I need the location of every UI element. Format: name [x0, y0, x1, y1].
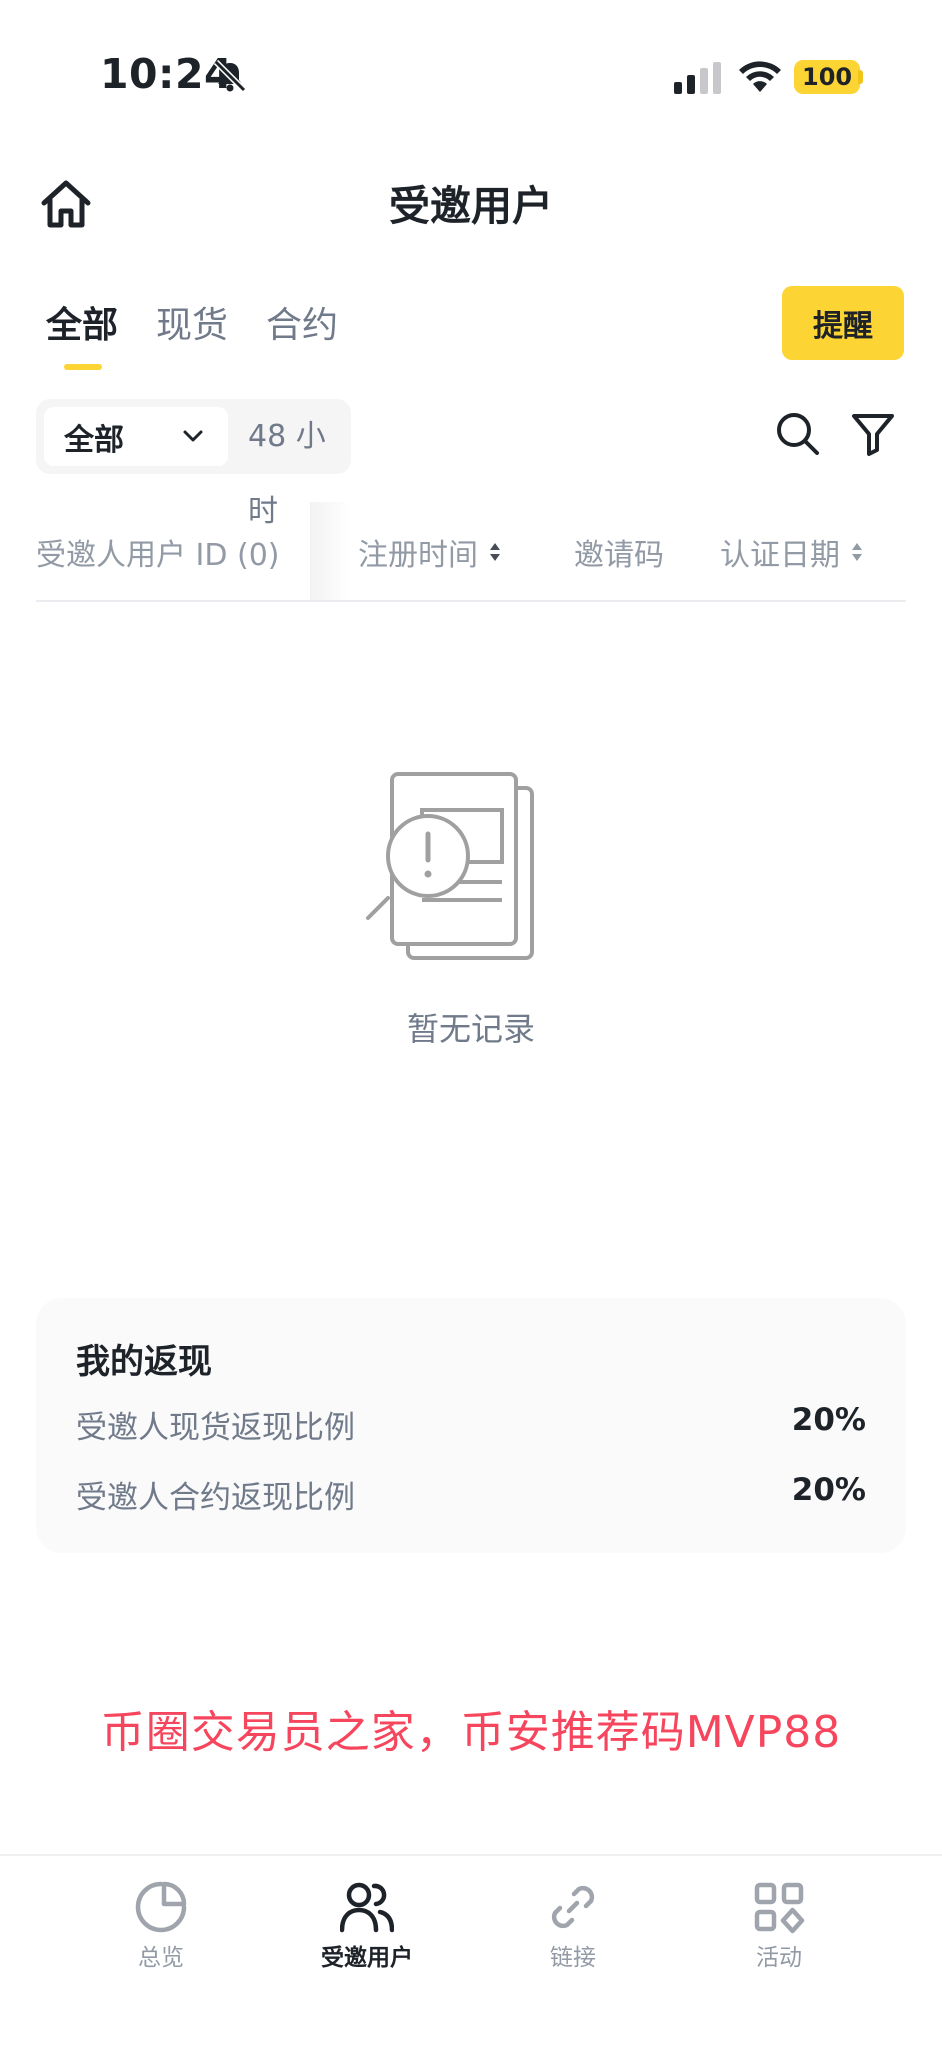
my-cashback-card: 我的返现 受邀人现货返现比例 20% 受邀人合约返现比例 20% [36, 1298, 906, 1553]
filter-icon [852, 414, 894, 456]
link-icon [551, 1885, 595, 1929]
cellular-signal-icon [674, 62, 721, 94]
nav-overview[interactable]: 总览 [86, 1880, 236, 1972]
nav-links[interactable]: 链接 [498, 1880, 648, 1972]
column-label: 注册时间 [358, 538, 478, 573]
filter-48-hours[interactable]: 48 小时 [248, 399, 351, 529]
time-filter-segment: 全部 48 小时 [36, 399, 351, 529]
cashback-row-spot: 受邀人现货返现比例 20% [76, 1402, 866, 1447]
tab-spot[interactable]: 现货 [156, 296, 228, 354]
column-label: 认证日期 [720, 538, 840, 573]
page-title: 受邀用户 [389, 182, 553, 230]
sort-icon [490, 543, 500, 561]
no-records-icon [366, 772, 534, 960]
table-header: 受邀人用户 ID (0) 注册时间 邀请码 认证日期 [36, 502, 906, 602]
cashback-label: 受邀人现货返现比例 [76, 1410, 355, 1446]
search-button[interactable] [774, 410, 822, 458]
cashback-value: 20% [791, 1472, 866, 1508]
battery-indicator: 100 [794, 60, 861, 94]
sticky-column-shadow [310, 502, 350, 600]
filter-dropdown-label: 全部 [64, 422, 124, 458]
filter-button[interactable] [850, 410, 896, 458]
nav-label: 受邀用户 [321, 1945, 413, 1971]
column-label: 受邀人用户 ID (0) [36, 538, 280, 573]
users-icon [340, 1882, 394, 1933]
tab-futures[interactable]: 合约 [266, 296, 338, 354]
promo-text: 币圈交易员之家，币安推荐码MVP88 [100, 1707, 842, 1758]
cashback-label: 受邀人合约返现比例 [76, 1480, 355, 1516]
column-invitee-id: 受邀人用户 ID (0) [36, 530, 280, 574]
cashback-title: 我的返现 [76, 1342, 212, 1382]
wifi-icon [739, 61, 781, 92]
nav-invited-users[interactable]: 受邀用户 [292, 1880, 442, 1972]
nav-label: 总览 [138, 1945, 184, 1971]
search-icon [777, 413, 819, 455]
column-verify-date[interactable]: 认证日期 [720, 530, 864, 574]
empty-state-text: 暂无记录 [406, 1010, 535, 1048]
apps-grid-icon [754, 1882, 805, 1934]
chevron-down-icon [183, 430, 203, 442]
tab-bar: 全部 现货 合约 [46, 296, 338, 354]
tab-all[interactable]: 全部 [46, 296, 118, 354]
invited-users-page: 10:24 100 受邀用户 全部 现货 合约 提醒 全部 48 小时 受邀人用… [0, 0, 942, 2048]
status-bar: 10:24 100 [0, 0, 942, 150]
filter-dropdown[interactable]: 全部 [44, 407, 228, 466]
bell-off-icon [213, 59, 247, 93]
cashback-row-futures: 受邀人合约返现比例 20% [76, 1472, 866, 1517]
active-tab-indicator [64, 364, 102, 370]
pie-chart-icon [135, 1881, 187, 1933]
column-register-time[interactable]: 注册时间 [358, 530, 502, 574]
remind-button[interactable]: 提醒 [782, 286, 904, 360]
nav-label: 链接 [550, 1945, 596, 1971]
cashback-value: 20% [791, 1402, 866, 1438]
nav-activities[interactable]: 活动 [704, 1880, 854, 1972]
battery-tip [858, 70, 863, 84]
column-label: 邀请码 [574, 538, 664, 573]
nav-label: 活动 [756, 1945, 802, 1971]
column-invite-code: 邀请码 [574, 530, 664, 574]
sort-icon [852, 543, 862, 561]
bottom-navigation: 总览 受邀用户 链接 活动 [0, 1854, 942, 2048]
